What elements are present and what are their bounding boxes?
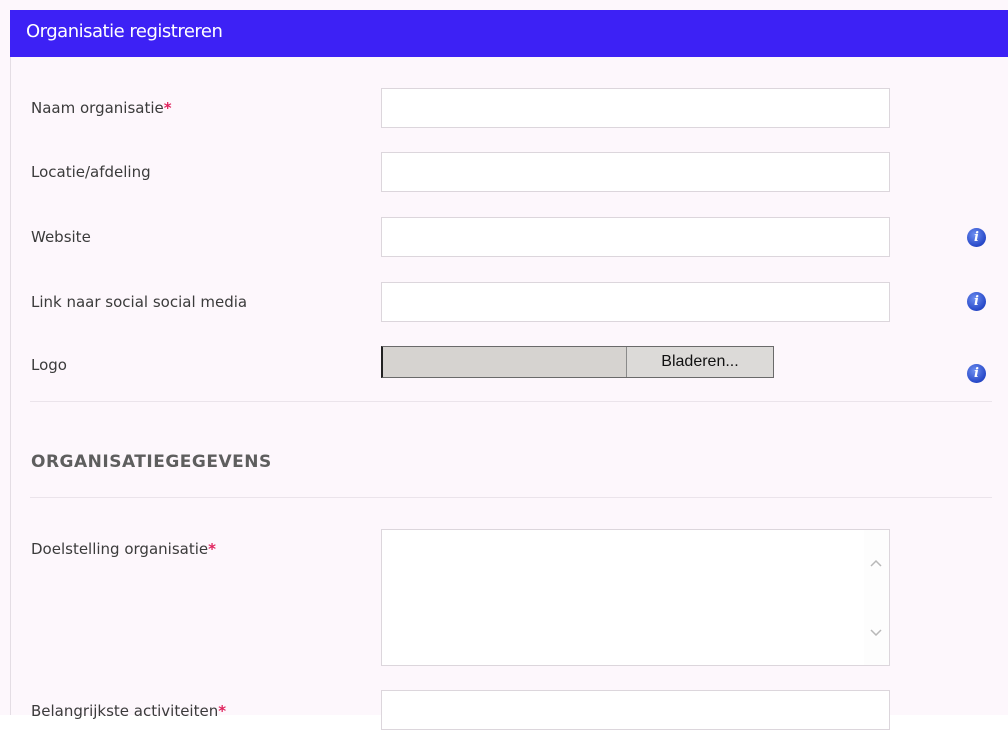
page-title: Organisatie registreren [26, 21, 223, 42]
required-marker: * [208, 540, 216, 558]
locatie-input[interactable] [381, 152, 890, 192]
form-border [10, 57, 11, 715]
website-input[interactable] [381, 217, 890, 257]
divider [30, 497, 992, 498]
doelstelling-textarea[interactable] [381, 529, 890, 666]
page: Organisatie registreren Naam organisatie… [0, 0, 1008, 730]
divider [30, 401, 992, 402]
naam-organisatie-label-text: Naam organisatie [31, 99, 164, 117]
naam-organisatie-label: Naam organisatie* [31, 99, 172, 117]
logo-file-input[interactable]: Bladeren... [381, 346, 774, 378]
required-marker: * [163, 99, 172, 117]
activiteiten-label: Belangrijkste activiteiten* [31, 702, 226, 720]
chevron-up-icon[interactable] [870, 558, 882, 570]
activiteiten-label-text: Belangrijkste activiteiten [31, 702, 219, 720]
logo-info-icon[interactable]: i [967, 364, 986, 383]
activiteiten-input[interactable] [381, 690, 890, 730]
required-marker: * [218, 702, 227, 720]
doelstelling-label-text: Doelstelling organisatie [31, 540, 209, 558]
locatie-label: Locatie/afdeling [31, 163, 151, 181]
website-info-icon[interactable]: i [967, 228, 986, 247]
section-title: ORGANISATIEGEGEVENS [31, 452, 272, 472]
logo-label: Logo [31, 356, 67, 374]
website-label: Website [31, 228, 91, 246]
browse-button[interactable]: Bladeren... [626, 347, 773, 377]
chevron-down-icon[interactable] [870, 626, 882, 638]
naam-organisatie-input[interactable] [381, 88, 890, 128]
page-header: Organisatie registreren [10, 10, 1008, 57]
doelstelling-label: Doelstelling organisatie* [31, 540, 216, 558]
social-media-label: Link naar social social media [31, 293, 248, 311]
social-media-info-icon[interactable]: i [967, 292, 986, 311]
textarea-scrollbar[interactable] [864, 530, 889, 665]
social-media-input[interactable] [381, 282, 890, 322]
